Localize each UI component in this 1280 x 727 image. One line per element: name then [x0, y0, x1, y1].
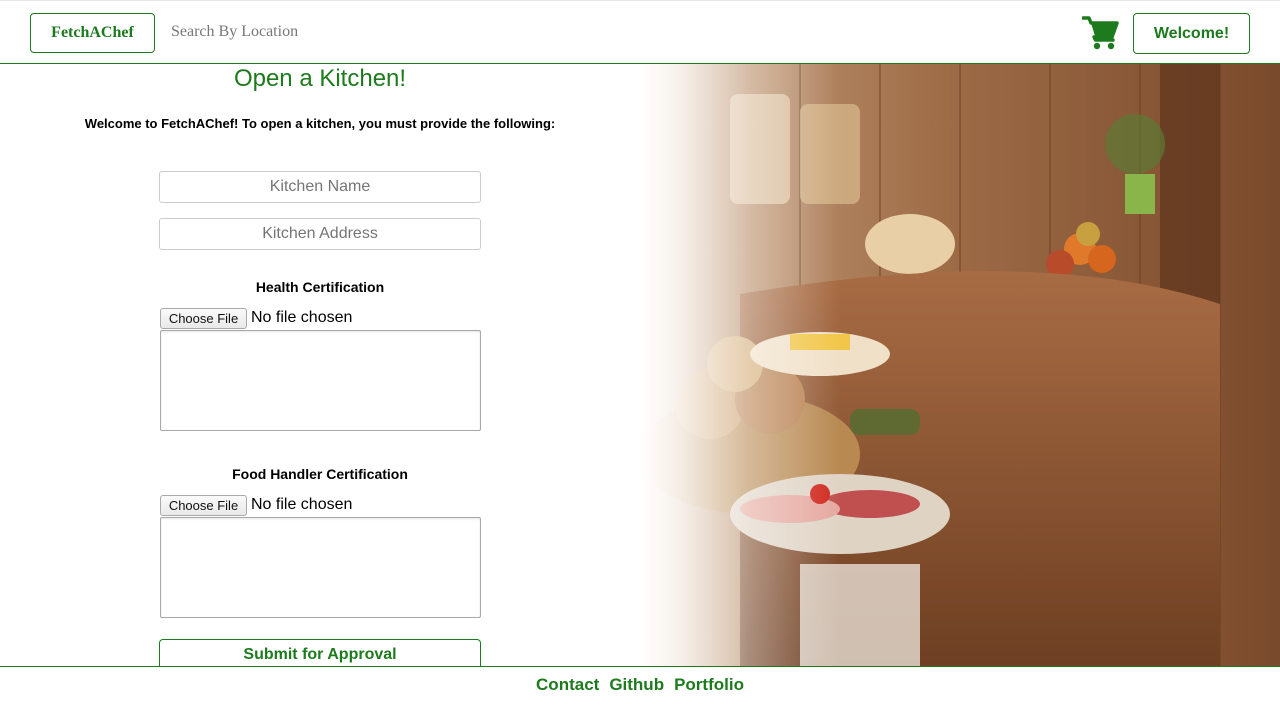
health-file-status: No file chosen: [251, 309, 353, 326]
food-handler-choose-file-button[interactable]: Choose File: [160, 494, 247, 516]
kitchen-buffet-image: [640, 64, 1280, 666]
shopping-cart-icon[interactable]: [1081, 13, 1120, 51]
image-fade-overlay: [640, 64, 840, 666]
welcome-button[interactable]: Welcome!: [1133, 13, 1250, 54]
footer-link-contact[interactable]: Contact: [536, 675, 599, 695]
health-certification-textarea[interactable]: [160, 330, 481, 431]
top-navbar: FetchAChef Welcome!: [0, 0, 1280, 64]
food-handler-certification-label: Food Handler Certification: [232, 466, 408, 482]
footer-link-portfolio[interactable]: Portfolio: [674, 675, 744, 695]
food-handler-file-status: No file chosen: [251, 496, 353, 513]
health-choose-file-button[interactable]: Choose File: [160, 307, 247, 329]
food-handler-file-row: Choose File No file chosen: [160, 494, 352, 516]
footer-links: Contact Github Portfolio: [0, 675, 1280, 695]
intro-text: Welcome to FetchAChef! To open a kitchen…: [84, 116, 556, 131]
kitchen-address-input[interactable]: [159, 218, 481, 250]
location-search-input[interactable]: [165, 17, 465, 47]
footer-link-github[interactable]: Github: [609, 675, 664, 695]
brand-home-button[interactable]: FetchAChef: [30, 13, 155, 53]
page-title: Open a Kitchen!: [233, 65, 407, 92]
kitchen-name-input[interactable]: [159, 171, 481, 203]
food-handler-certification-textarea[interactable]: [160, 517, 481, 618]
health-certification-file-row: Choose File No file chosen: [160, 307, 352, 329]
footer: Contact Github Portfolio: [0, 666, 1280, 727]
health-certification-label: Health Certification: [255, 279, 385, 295]
